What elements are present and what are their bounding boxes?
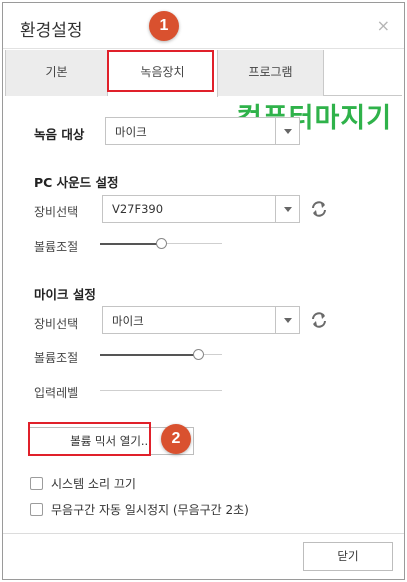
chevron-down-icon[interactable] [275,307,299,333]
record-target-label: 녹음 대상 [34,127,85,142]
mic-heading: 마이크 설정 [34,287,96,302]
input-level-label: 입력레벨 [34,386,79,400]
dialog-title: 환경설정 [20,21,83,41]
system-sound-off-option[interactable]: 시스템 소리 끄기 [30,475,136,492]
pc-sound-heading: PC 사운드 설정 [34,175,119,190]
pc-device-select[interactable]: V27F390 [102,195,300,223]
checkbox[interactable] [30,477,43,490]
mic-device-label: 장비선택 [34,317,79,331]
step-badge-1: 1 [149,11,179,41]
highlight-box-mixer [28,422,151,456]
step-badge-2: 2 [161,424,191,454]
pc-device-label: 장비선택 [34,205,79,219]
tab-program[interactable]: 프로그램 [218,50,324,96]
slider-knob[interactable] [156,238,167,249]
auto-pause-option[interactable]: 무음구간 자동 일시정지 (무음구간 2초) [30,501,249,518]
refresh-icon[interactable] [309,199,329,219]
mic-device-value: 마이크 [112,314,144,328]
settings-dialog: 환경설정 × 기본 녹음장치 프로그램 1 컴퓨터마지기 녹음 대상 마이크 P… [2,2,405,580]
title-bar: 환경설정 × [3,3,404,49]
dialog-footer: 닫기 [3,533,404,579]
record-target-value: 마이크 [115,125,147,139]
input-level-meter [100,385,222,397]
chevron-down-icon[interactable] [275,118,299,144]
slider-knob[interactable] [193,349,204,360]
mic-volume-slider[interactable] [100,349,222,361]
close-icon[interactable]: × [377,16,390,35]
mic-device-select[interactable]: 마이크 [102,306,300,334]
mic-volume-label: 볼륨조절 [34,351,79,365]
highlight-box-tab [107,50,214,92]
close-button[interactable]: 닫기 [303,542,393,571]
chevron-down-icon[interactable] [275,196,299,222]
checkbox[interactable] [30,503,43,516]
pc-volume-label: 볼륨조절 [34,240,79,254]
system-sound-off-label: 시스템 소리 끄기 [51,477,136,491]
record-target-select[interactable]: 마이크 [105,117,300,145]
refresh-icon[interactable] [309,310,329,330]
pc-device-value: V27F390 [112,202,164,216]
auto-pause-label: 무음구간 자동 일시정지 (무음구간 2초) [51,503,249,517]
pc-volume-slider[interactable] [100,238,222,250]
tab-basic[interactable]: 기본 [5,50,108,96]
